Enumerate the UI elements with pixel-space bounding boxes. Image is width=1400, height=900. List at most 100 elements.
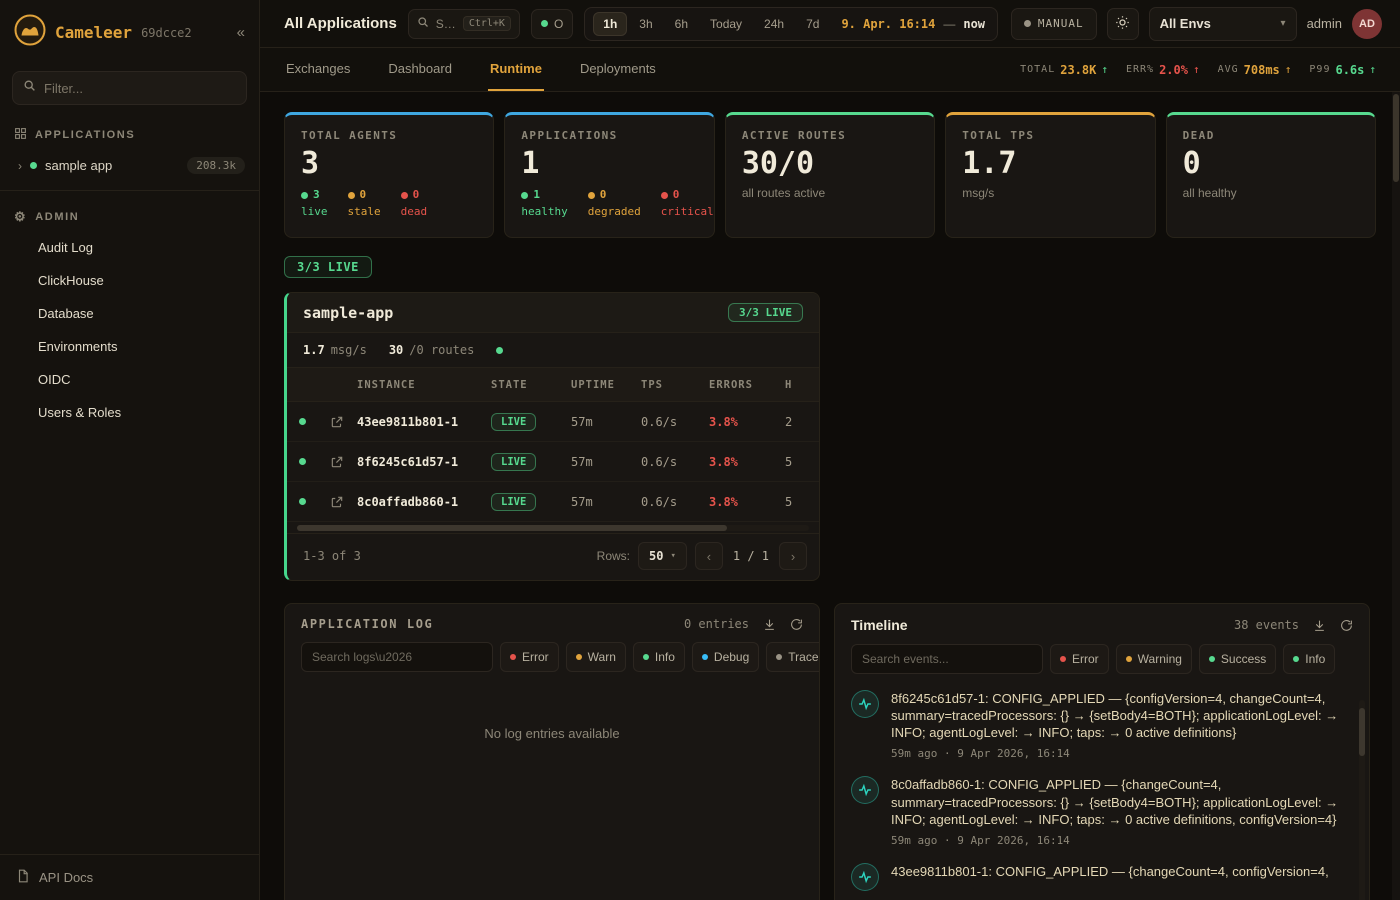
document-icon xyxy=(16,869,30,886)
time-range-button[interactable]: 1h xyxy=(593,12,627,36)
stale-dot xyxy=(348,192,355,199)
timeline-event-list: 8f6245c61d57-1: CONFIG_APPLIED — {config… xyxy=(835,686,1369,891)
applications-section-label: APPLICATIONS xyxy=(35,129,135,141)
application-grid: sample-app 3/3 LIVE 1.7 msg/s 30 /0 rout… xyxy=(284,292,1376,581)
log-filter-trace[interactable]: Trace xyxy=(766,642,820,672)
tab-exchanges[interactable]: Exchanges xyxy=(284,48,352,91)
applications-section-header: APPLICATIONS xyxy=(0,117,259,149)
next-page-button[interactable]: › xyxy=(779,542,807,570)
sidebar-item-users-roles[interactable]: Users & Roles xyxy=(0,396,259,429)
manual-refresh-button[interactable]: MANUAL xyxy=(1011,8,1097,40)
sidebar-item-audit-log[interactable]: Audit Log xyxy=(0,231,259,264)
table-row[interactable]: 8c0affadb860-1 LIVE 57m 0.6/s 3.8% 5 xyxy=(287,482,820,522)
table-row[interactable]: 43ee9811b801-1 LIVE 57m 0.6/s 3.8% 2 xyxy=(287,402,820,442)
up-arrow-icon: ↑ xyxy=(1369,63,1376,76)
app-routes-value: 30 xyxy=(389,343,403,357)
page-title: All Applications xyxy=(284,15,397,32)
app-item-label: sample app xyxy=(45,158,112,173)
log-filter-warn[interactable]: Warn xyxy=(566,642,626,672)
refresh-icon[interactable] xyxy=(1340,619,1353,632)
theme-toggle-button[interactable] xyxy=(1107,8,1139,40)
external-link-icon[interactable] xyxy=(317,415,357,429)
stat-card-total-tps: TOTAL TPS 1.7 msg/s xyxy=(945,112,1155,238)
state-badge: LIVE xyxy=(491,453,536,471)
time-range-button[interactable]: 6h xyxy=(665,12,698,36)
chevron-down-icon: ▾ xyxy=(670,551,675,561)
refresh-icon[interactable] xyxy=(790,618,803,631)
log-search-input[interactable] xyxy=(301,642,493,672)
avatar[interactable]: AD xyxy=(1352,9,1382,39)
time-range-button[interactable]: 7d xyxy=(796,12,829,36)
scrollbar-thumb[interactable] xyxy=(1359,708,1365,756)
stat-card-dead: DEAD 0 all healthy xyxy=(1166,112,1376,238)
global-search[interactable]: S… Ctrl+K xyxy=(408,9,520,39)
log-filter-error[interactable]: Error xyxy=(500,642,559,672)
expand-chevron-icon[interactable]: › xyxy=(18,159,22,173)
sidebar-item-clickhouse[interactable]: ClickHouse xyxy=(0,264,259,297)
table-footer: 1-3 of 3 Rows: 50 ▾ ‹ 1 / 1 › xyxy=(287,533,819,580)
tab-runtime[interactable]: Runtime xyxy=(488,48,544,91)
scrollbar-thumb[interactable] xyxy=(1393,94,1399,182)
external-link-icon[interactable] xyxy=(317,495,357,509)
log-empty-state: No log entries available xyxy=(285,684,819,741)
metric-avg-latency: AVG 708ms ↑ xyxy=(1218,63,1292,77)
sidebar-item-sample-app[interactable]: › sample app 208.3k xyxy=(0,149,259,182)
topbar: All Applications S… Ctrl+K O 1h 3h 6h To… xyxy=(260,0,1400,48)
time-range-button[interactable]: 24h xyxy=(754,12,794,36)
environment-select[interactable]: All Envs ▾ xyxy=(1149,7,1297,41)
instance-status-dot xyxy=(299,498,306,505)
timeline-event[interactable]: 8f6245c61d57-1: CONFIG_APPLIED — {config… xyxy=(851,690,1349,760)
sidebar-item-database[interactable]: Database xyxy=(0,297,259,330)
sidebar-collapse-button[interactable]: « xyxy=(237,24,245,41)
event-message: 43ee9811b801-1: CONFIG_APPLIED — {change… xyxy=(891,863,1329,880)
timeline-filter-success[interactable]: Success xyxy=(1199,644,1276,674)
timeline-filter-error[interactable]: Error xyxy=(1050,644,1109,674)
timeline-scrollbar[interactable] xyxy=(1359,700,1365,900)
time-range-button[interactable]: Today xyxy=(700,12,752,36)
time-from-value[interactable]: 9. Apr. 16:14 xyxy=(841,17,935,31)
app-version-suffix: 69dcce2 xyxy=(141,26,192,40)
time-range-button[interactable]: 3h xyxy=(629,12,662,36)
external-link-icon[interactable] xyxy=(317,455,357,469)
log-filter-info[interactable]: Info xyxy=(633,642,685,672)
prev-page-button[interactable]: ‹ xyxy=(695,542,723,570)
download-icon[interactable] xyxy=(763,618,776,631)
table-row[interactable]: 8f6245c61d57-1 LIVE 57m 0.6/s 3.8% 5 xyxy=(287,442,820,482)
timeline-filter-info[interactable]: Info xyxy=(1283,644,1335,674)
search-icon xyxy=(417,15,429,33)
log-panel-header: APPLICATION LOG 0 entries xyxy=(285,604,819,642)
page-scrollbar[interactable] xyxy=(1392,92,1400,900)
tab-deployments[interactable]: Deployments xyxy=(578,48,658,91)
online-toggle[interactable]: O xyxy=(531,9,573,39)
manual-button-label: MANUAL xyxy=(1038,17,1084,30)
rows-per-page-select[interactable]: 50 ▾ xyxy=(638,542,687,570)
timeline-filter-warning[interactable]: Warning xyxy=(1116,644,1192,674)
log-filter-debug[interactable]: Debug xyxy=(692,642,759,672)
horizontal-scrollbar[interactable] xyxy=(297,525,809,531)
sidebar-item-environments[interactable]: Environments xyxy=(0,330,259,363)
event-message: 8f6245c61d57-1: CONFIG_APPLIED — {config… xyxy=(891,690,1349,741)
app-card-header[interactable]: sample-app 3/3 LIVE xyxy=(287,293,819,333)
sun-icon xyxy=(1115,15,1130,33)
search-placeholder-text: S… xyxy=(436,17,456,31)
event-message: 8c0affadb860-1: CONFIG_APPLIED — {change… xyxy=(891,776,1349,827)
timeline-search-input[interactable] xyxy=(851,644,1043,674)
app-live-badge: 3/3 LIVE xyxy=(728,303,803,322)
app-tps-unit: msg/s xyxy=(331,343,367,357)
sidebar-filter-input[interactable] xyxy=(44,81,236,96)
log-panel-title: APPLICATION LOG xyxy=(301,617,433,631)
time-to-value[interactable]: now xyxy=(963,17,985,31)
timeline-event-count: 38 events xyxy=(1234,618,1299,632)
content-area: TOTAL AGENTS 3 3live 0stale 0dead APPLIC… xyxy=(260,92,1400,900)
tab-dashboard[interactable]: Dashboard xyxy=(386,48,454,91)
timeline-event[interactable]: 8c0affadb860-1: CONFIG_APPLIED — {change… xyxy=(851,776,1349,846)
sidebar-filter[interactable] xyxy=(12,71,247,105)
overview-live-badge: 3/3 LIVE xyxy=(284,256,372,278)
timeline-event[interactable]: 43ee9811b801-1: CONFIG_APPLIED — {change… xyxy=(851,863,1349,891)
api-docs-link[interactable]: API Docs xyxy=(0,854,259,900)
download-icon[interactable] xyxy=(1313,619,1326,632)
sidebar-item-oidc[interactable]: OIDC xyxy=(0,363,259,396)
app-root: Cameleer 69dcce2 « APPLICATIONS › sample… xyxy=(0,0,1400,900)
scrollbar-thumb[interactable] xyxy=(297,525,727,531)
admin-section-header: ⚙ ADMIN xyxy=(0,199,259,231)
